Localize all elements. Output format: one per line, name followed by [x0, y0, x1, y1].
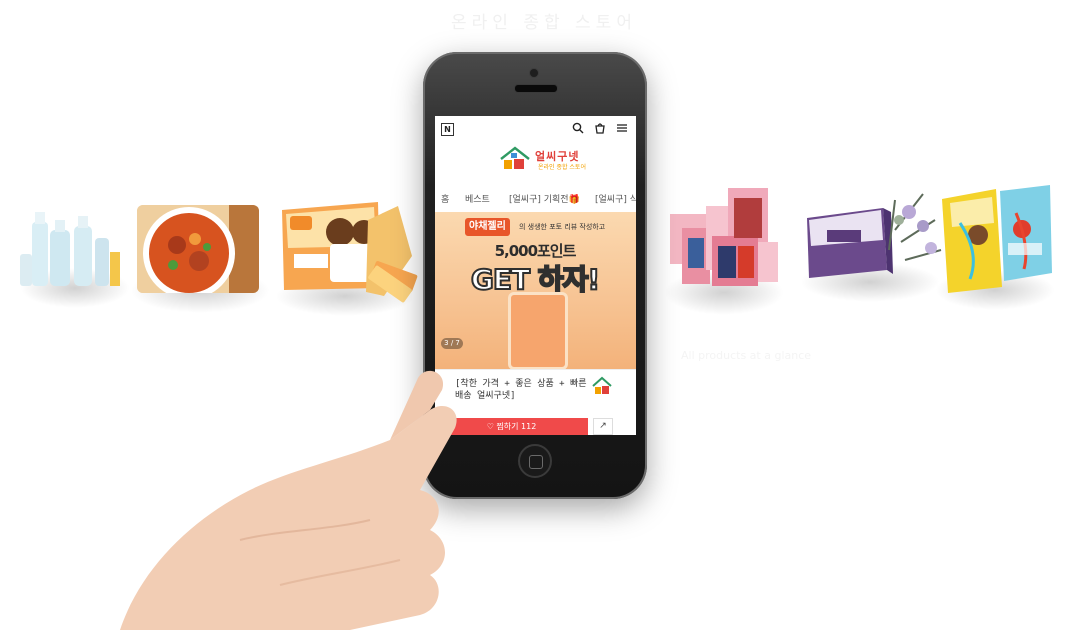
product-snack-boxes[interactable] — [668, 184, 783, 292]
nav-item-best[interactable]: 베스트 — [465, 192, 490, 205]
store-brand-sub: 온라인 종합 스토어 — [538, 164, 586, 171]
right-panel-divider — [681, 340, 697, 342]
home-square-icon — [529, 455, 543, 469]
product-veggie-jelly[interactable] — [280, 196, 420, 306]
hand-image — [100, 370, 480, 630]
banner-subtitle: 의 생생한 포토 리뷰 작성하고 — [519, 223, 606, 231]
heart-icon: ♡ — [486, 422, 497, 431]
search-icon[interactable] — [572, 122, 584, 134]
product-water-bottles[interactable] — [20, 204, 120, 289]
cart-icon[interactable] — [594, 122, 606, 134]
right-panel-subtitle: All products at a glance — [681, 349, 812, 362]
product-food-dish[interactable] — [137, 205, 259, 293]
banner-pager: 3 / 7 — [441, 338, 463, 349]
banner-phone-image — [508, 292, 568, 369]
like-label: 찜하기 112 — [496, 422, 537, 431]
nav-item-home[interactable]: 홈 — [441, 192, 449, 205]
nav-item-food[interactable]: [얼씨구] 식 — [595, 192, 636, 205]
phone-camera — [529, 68, 539, 78]
phone-speaker — [514, 84, 558, 93]
share-icon[interactable]: ↗ — [593, 418, 613, 435]
category-nav: 홈 베스트 [얼씨구] 기획전🎁 [얼씨구] 식 — [435, 190, 636, 206]
naver-badge-icon[interactable]: N — [441, 123, 454, 136]
promo-banner[interactable]: 야채젤리 의 생생한 포토 리뷰 작성하고 5,000포인트 GET 하자! 3… — [435, 212, 636, 369]
card-logo-icon — [591, 375, 613, 397]
phone-home-button[interactable] — [518, 444, 552, 478]
right-panel-title: 온라인 종합 스토어 얼씨구넷 — [678, 315, 867, 329]
banner-points: 5,000포인트 — [494, 242, 577, 260]
banner-highlight: 야채젤리 — [465, 218, 510, 236]
menu-icon[interactable] — [616, 122, 628, 134]
top-title: 온라인 종합 스토어 — [451, 13, 637, 33]
product-character-cables[interactable] — [940, 183, 1055, 295]
banner-cta: GET 하자! — [470, 262, 601, 297]
product-gift-box[interactable] — [805, 190, 945, 280]
nav-item-promo[interactable]: [얼씨구] 기획전🎁 — [509, 192, 580, 205]
